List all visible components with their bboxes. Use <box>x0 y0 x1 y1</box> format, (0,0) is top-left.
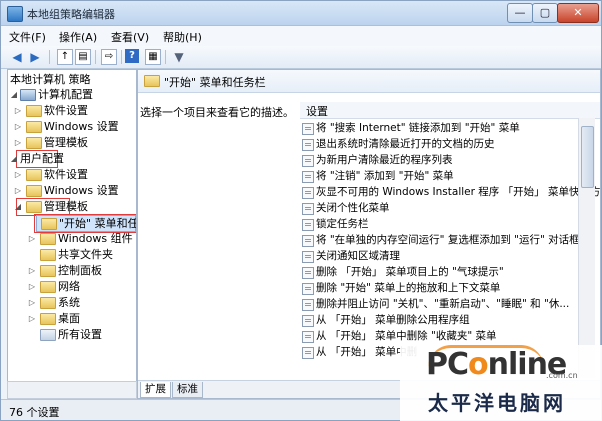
expand-arrow-icon[interactable]: ▷ <box>28 295 36 310</box>
tree-all-settings[interactable]: 所有设置 <box>28 327 134 342</box>
menu-bar: 文件(F) 操作(A) 查看(V) 帮助(H) <box>1 26 601 46</box>
tree-cc-software[interactable]: ▷ 软件设置 <box>14 103 134 118</box>
tree-computer-config[interactable]: ◢ 计算机配置 <box>10 87 130 102</box>
folder-icon <box>41 218 57 230</box>
policy-icon <box>302 123 314 135</box>
vertical-scrollbar[interactable] <box>578 118 595 378</box>
policy-icon <box>302 267 314 279</box>
policy-icon <box>302 283 314 295</box>
collapse-arrow-icon[interactable]: ◢ <box>10 151 18 166</box>
window-title: 本地组策略编辑器 <box>27 8 115 21</box>
status-text: 76 个设置 <box>9 406 60 419</box>
folder-icon <box>26 105 42 117</box>
watermark-domain: .com.cn <box>546 371 578 380</box>
watermark-chinese: 太平洋电脑网 <box>428 391 566 415</box>
back-icon[interactable]: ◀ <box>9 49 25 65</box>
policy-tree[interactable]: 本地计算机 策略 ◢ 计算机配置 ▷ 软件设置 ▷ Windows 设置 ▷ 管… <box>7 69 137 399</box>
computer-icon <box>20 89 36 101</box>
filter-icon[interactable]: ▼ <box>171 49 187 65</box>
tree-shared-folders[interactable]: 共享文件夹 <box>28 247 134 262</box>
folder-icon <box>40 249 56 261</box>
pane-header: "开始" 菜单和任务栏 <box>138 70 600 93</box>
show-tree-icon[interactable]: ▤ <box>75 49 91 65</box>
tab-extended[interactable]: 扩展 <box>140 382 171 398</box>
toolbar-separator <box>49 50 50 64</box>
policy-icon <box>302 155 314 167</box>
folder-icon <box>40 281 56 293</box>
folder-icon <box>26 137 42 149</box>
policy-icon <box>302 347 314 359</box>
tree-desktop[interactable]: ▷ 桌面 <box>28 311 134 326</box>
tree-user-config[interactable]: ◢ 用户配置 <box>10 151 130 166</box>
collapse-arrow-icon[interactable]: ◢ <box>10 87 18 102</box>
expand-arrow-icon[interactable]: ▷ <box>28 279 36 294</box>
scrollbar-thumb[interactable] <box>581 126 594 188</box>
expand-arrow-icon[interactable]: ▷ <box>28 311 36 326</box>
forward-icon[interactable]: ▶ <box>27 49 43 65</box>
folder-icon <box>144 75 160 87</box>
up-folder-icon[interactable]: ↑ <box>57 49 73 65</box>
folder-icon <box>26 201 42 213</box>
menu-view[interactable]: 查看(V) <box>111 29 149 45</box>
policy-icon <box>302 203 314 215</box>
expand-arrow-icon[interactable]: ▷ <box>14 119 22 134</box>
collapse-arrow-icon[interactable]: ◢ <box>14 199 22 214</box>
folder-icon <box>40 313 56 325</box>
folder-icon <box>26 169 42 181</box>
expand-arrow-icon[interactable]: ▷ <box>28 231 36 246</box>
menu-help[interactable]: 帮助(H) <box>163 29 202 45</box>
policy-icon <box>302 235 314 247</box>
menu-file[interactable]: 文件(F) <box>9 29 46 45</box>
app-icon <box>7 6 23 22</box>
tree-network[interactable]: ▷ 网络 <box>28 279 134 294</box>
tree-windows-components[interactable]: ▷ Windows 组件 <box>28 231 134 246</box>
policy-icon <box>302 171 314 183</box>
title-bar[interactable]: 本地组策略编辑器 — ▢ ✕ <box>1 1 601 26</box>
maximize-button[interactable]: ▢ <box>532 3 558 23</box>
expand-arrow-icon[interactable]: ▷ <box>28 263 36 278</box>
tree-uc-windows-settings[interactable]: ▷ Windows 设置 <box>14 183 134 198</box>
settings-column-header[interactable]: 设置 <box>300 102 600 119</box>
toolbar-separator <box>121 50 122 64</box>
policy-icon <box>302 315 314 327</box>
toolbar: ◀ ▶ ↑ ▤ ⇨ ? ▦ ▼ <box>1 46 601 69</box>
menu-action[interactable]: 操作(A) <box>59 29 97 45</box>
toolbar-separator <box>95 50 96 64</box>
folder-icon <box>40 265 56 277</box>
close-button[interactable]: ✕ <box>557 3 599 23</box>
pconline-watermark: PConline .com.cn 太平洋电脑网 <box>400 345 602 421</box>
description-text: 选择一个项目来查看它的描述。 <box>140 106 294 119</box>
tree-cc-admin-templates[interactable]: ▷ 管理模板 <box>14 135 134 150</box>
settings-folder-icon <box>40 329 56 341</box>
folder-icon <box>40 297 56 309</box>
tree-control-panel[interactable]: ▷ 控制面板 <box>28 263 134 278</box>
tree-start-menu-taskbar[interactable]: "开始" 菜单和任务栏 <box>36 215 136 232</box>
tab-standard[interactable]: 标准 <box>172 382 203 398</box>
tree-cc-windows-settings[interactable]: ▷ Windows 设置 <box>14 119 134 134</box>
tree-uc-admin-templates[interactable]: ◢ 管理模板 <box>14 199 134 214</box>
policy-icon <box>302 251 314 263</box>
pane-title: "开始" 菜单和任务栏 <box>164 76 266 89</box>
policy-icon <box>302 331 314 343</box>
expand-arrow-icon[interactable]: ▷ <box>14 103 22 118</box>
policy-icon <box>302 219 314 231</box>
tree-system[interactable]: ▷ 系统 <box>28 295 134 310</box>
folder-icon <box>40 233 56 245</box>
tree-horizontal-scrollbar[interactable] <box>7 381 137 399</box>
folder-icon <box>26 185 42 197</box>
expand-arrow-icon[interactable]: ▷ <box>14 135 22 150</box>
tree-uc-software[interactable]: ▷ 软件设置 <box>14 167 134 182</box>
expand-arrow-icon[interactable]: ▷ <box>14 167 22 182</box>
folder-icon <box>26 121 42 133</box>
minimize-button[interactable]: — <box>507 3 533 23</box>
policy-icon <box>302 187 314 199</box>
toolbar-separator <box>165 50 166 64</box>
expand-arrow-icon[interactable]: ▷ <box>14 183 22 198</box>
export-icon[interactable]: ⇨ <box>101 49 117 65</box>
help-icon[interactable]: ? <box>125 49 139 63</box>
properties-icon[interactable]: ▦ <box>145 49 161 65</box>
policy-icon <box>302 299 314 311</box>
policy-icon <box>302 139 314 151</box>
